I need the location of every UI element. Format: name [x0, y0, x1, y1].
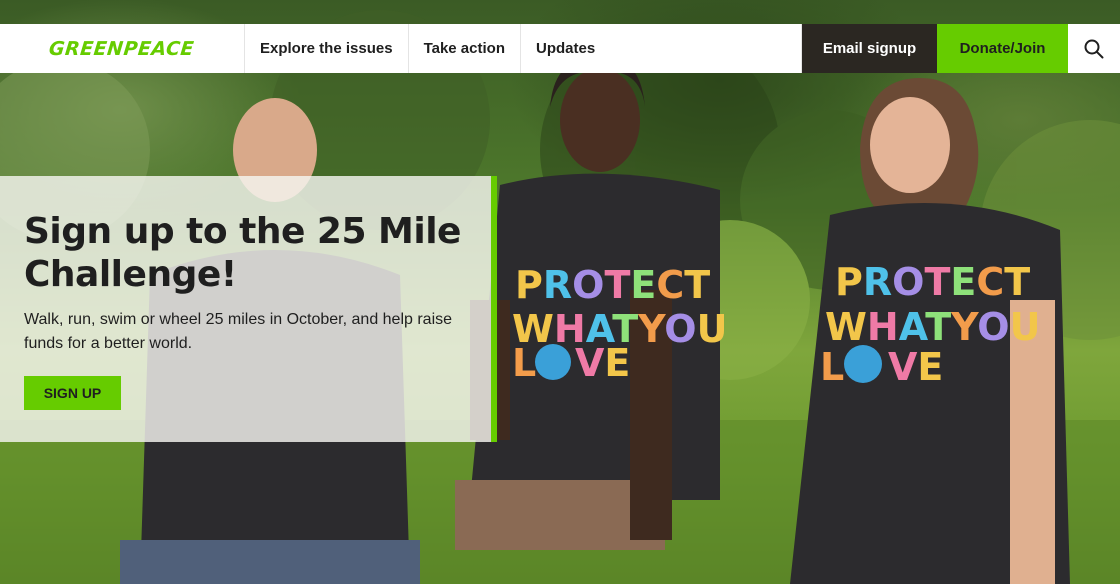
search-button[interactable] — [1068, 24, 1120, 73]
svg-text:L: L — [820, 345, 844, 389]
header-nav-bar: GREENPEACE Explore the issues Take actio… — [0, 24, 802, 73]
nav-updates[interactable]: Updates — [521, 24, 610, 73]
search-icon — [1084, 39, 1104, 58]
nav-explore-the-issues[interactable]: Explore the issues — [245, 24, 409, 73]
svg-text:PROTECT: PROTECT — [515, 263, 710, 307]
promo-card: Sign up to the 25 Mile Challenge! Walk, … — [0, 176, 497, 442]
svg-text:VE: VE — [575, 341, 630, 385]
greenpeace-logo[interactable]: GREENPEACE — [0, 24, 245, 73]
svg-text:L: L — [512, 341, 536, 385]
svg-text:PROTECT: PROTECT — [835, 260, 1030, 304]
promo-title: Sign up to the 25 Mile Challenge! — [24, 211, 461, 295]
nav-take-action[interactable]: Take action — [409, 24, 521, 73]
svg-text:VE: VE — [888, 345, 943, 389]
donate-join-button[interactable]: Donate/Join — [937, 24, 1068, 73]
sign-up-button[interactable]: SIGN UP — [24, 376, 121, 410]
logo-text: GREENPEACE — [48, 37, 196, 60]
promo-description: Walk, run, swim or wheel 25 miles in Oct… — [24, 311, 453, 352]
svg-text:WHATYOU: WHATYOU — [825, 305, 1040, 349]
email-signup-button[interactable]: Email signup — [802, 24, 937, 73]
site-header: GREENPEACE Explore the issues Take actio… — [0, 24, 1120, 73]
